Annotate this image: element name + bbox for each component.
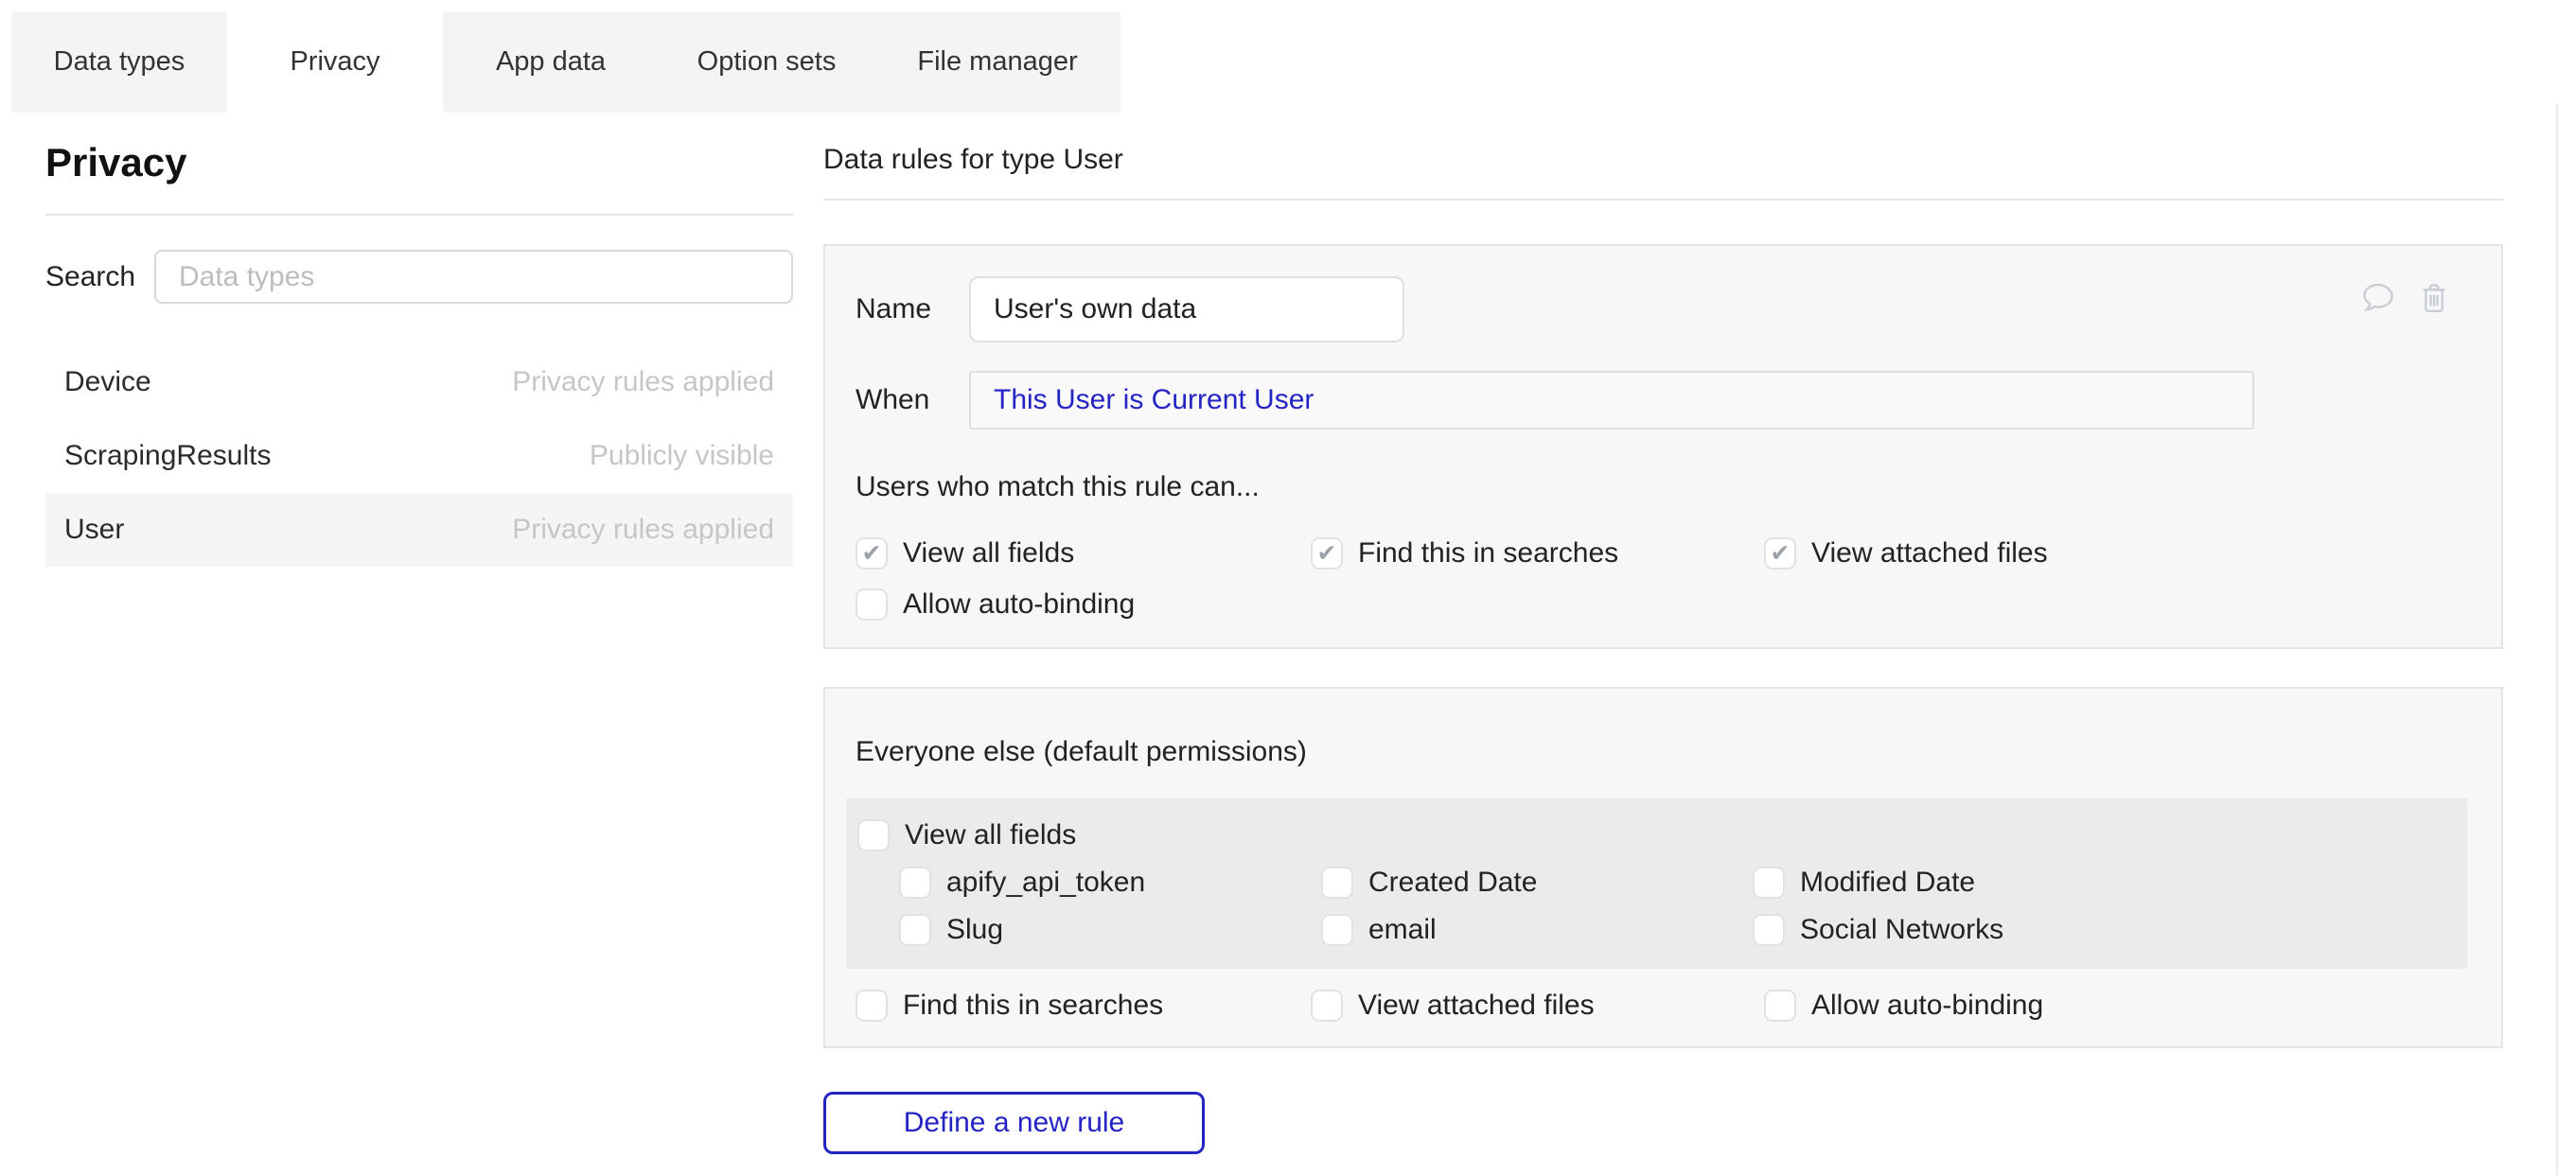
search-row: Search bbox=[45, 250, 793, 304]
field-modified-date[interactable]: Modified Date bbox=[1753, 867, 2467, 899]
tab-file-manager[interactable]: File manager bbox=[874, 11, 1120, 113]
sidebar: Privacy Search Device Privacy rules appl… bbox=[45, 132, 793, 567]
permission-label: View attached files bbox=[1358, 990, 1595, 1022]
name-label: Name bbox=[856, 293, 969, 325]
field-label: email bbox=[1368, 914, 1437, 946]
permission-view-all-fields[interactable]: View all fields bbox=[856, 537, 1311, 570]
field-slug[interactable]: Slug bbox=[899, 914, 1321, 946]
search-input[interactable] bbox=[154, 250, 793, 304]
comment-icon[interactable] bbox=[2359, 280, 2397, 316]
field-checkbox-grid: apify_api_token Created Date Modified Da… bbox=[857, 867, 2467, 946]
main-panel: Data rules for type User bbox=[823, 132, 2503, 1154]
tab-bar: Data types Privacy App data Option sets … bbox=[11, 11, 1120, 113]
rule-name-input[interactable] bbox=[969, 276, 1404, 342]
match-rule-text: Users who match this rule can... bbox=[856, 471, 2501, 503]
default-allow-auto-binding[interactable]: Allow auto-binding bbox=[1764, 990, 2501, 1022]
main-heading: Data rules for type User bbox=[823, 144, 2503, 176]
permission-label: Find this in searches bbox=[1358, 537, 1618, 570]
data-type-status: Privacy rules applied bbox=[512, 514, 774, 546]
field-label: apify_api_token bbox=[946, 867, 1145, 899]
page-title: Privacy bbox=[45, 140, 793, 185]
permission-allow-auto-binding[interactable]: Allow auto-binding bbox=[856, 588, 1311, 621]
field-email[interactable]: email bbox=[1321, 914, 1753, 946]
permission-view-attached-files[interactable]: View attached files bbox=[1764, 537, 2501, 570]
tab-privacy[interactable]: Privacy bbox=[227, 11, 443, 113]
search-label: Search bbox=[45, 261, 154, 293]
list-item-user[interactable]: User Privacy rules applied bbox=[45, 493, 793, 567]
checkbox-icon[interactable] bbox=[1321, 867, 1353, 899]
data-type-status: Privacy rules applied bbox=[512, 366, 774, 398]
checkbox-icon[interactable] bbox=[1321, 914, 1353, 946]
data-type-name: User bbox=[64, 514, 124, 546]
field-label: Created Date bbox=[1368, 867, 1537, 899]
checkbox-icon[interactable] bbox=[1764, 537, 1796, 570]
when-label: When bbox=[856, 384, 969, 416]
checkbox-icon[interactable] bbox=[899, 867, 931, 899]
checkbox-icon[interactable] bbox=[899, 914, 931, 946]
checkbox-icon[interactable] bbox=[1753, 867, 1785, 899]
checkbox-icon[interactable] bbox=[1753, 914, 1785, 946]
field-label: Social Networks bbox=[1800, 914, 2003, 946]
checkbox-icon[interactable] bbox=[1311, 990, 1343, 1022]
data-type-status: Publicly visible bbox=[590, 440, 774, 472]
permission-label: View all fields bbox=[903, 537, 1074, 570]
field-label: Modified Date bbox=[1800, 867, 1975, 899]
default-view-all-fields[interactable]: View all fields bbox=[857, 819, 2467, 851]
when-condition-box[interactable]: This User is Current User bbox=[969, 371, 2254, 430]
field-social-networks[interactable]: Social Networks bbox=[1753, 914, 2467, 946]
default-view-attached-files[interactable]: View attached files bbox=[1311, 990, 1764, 1022]
field-created-date[interactable]: Created Date bbox=[1321, 867, 1753, 899]
fields-panel: View all fields apify_api_token Created … bbox=[846, 798, 2467, 969]
checkbox-icon[interactable] bbox=[856, 990, 888, 1022]
data-type-list: Device Privacy rules applied ScrapingRes… bbox=[45, 345, 793, 567]
checkbox-icon[interactable] bbox=[856, 588, 888, 621]
trash-icon[interactable] bbox=[2416, 280, 2452, 316]
rule-card: Name When This User is Current User User… bbox=[823, 244, 2503, 649]
default-permissions-title: Everyone else (default permissions) bbox=[825, 689, 2501, 768]
checkbox-icon[interactable] bbox=[1764, 990, 1796, 1022]
list-item-scrapingresults[interactable]: ScrapingResults Publicly visible bbox=[45, 419, 793, 493]
checkbox-icon[interactable] bbox=[857, 819, 890, 851]
default-permissions: Find this in searches View attached file… bbox=[856, 990, 2501, 1022]
field-apify-api-token[interactable]: apify_api_token bbox=[899, 867, 1321, 899]
data-type-name: Device bbox=[64, 366, 151, 398]
tab-app-data[interactable]: App data bbox=[443, 11, 659, 113]
checkbox-icon[interactable] bbox=[856, 537, 888, 570]
tab-option-sets[interactable]: Option sets bbox=[659, 11, 874, 113]
rule-permissions: View all fields Find this in searches Vi… bbox=[856, 537, 2501, 621]
permission-label: Allow auto-binding bbox=[903, 588, 1135, 621]
privacy-page: Data types Privacy App data Option sets … bbox=[0, 0, 2576, 1175]
data-type-name: ScrapingResults bbox=[64, 440, 271, 472]
list-item-device[interactable]: Device Privacy rules applied bbox=[45, 345, 793, 419]
name-field-row: Name bbox=[856, 276, 2501, 342]
default-find-in-searches[interactable]: Find this in searches bbox=[856, 990, 1311, 1022]
tab-data-types[interactable]: Data types bbox=[11, 11, 227, 113]
rule-card-actions bbox=[2359, 280, 2452, 316]
sidebar-divider bbox=[45, 214, 793, 216]
main-divider bbox=[823, 199, 2503, 201]
field-label: Slug bbox=[946, 914, 1003, 946]
permission-find-in-searches[interactable]: Find this in searches bbox=[1311, 537, 1764, 570]
scroll-area-divider bbox=[2556, 104, 2558, 1175]
when-field-row: When This User is Current User bbox=[856, 371, 2501, 430]
permission-label: View all fields bbox=[905, 819, 1076, 851]
checkbox-icon[interactable] bbox=[1311, 537, 1343, 570]
permission-label: Find this in searches bbox=[903, 990, 1163, 1022]
default-permissions-card: Everyone else (default permissions) View… bbox=[823, 687, 2503, 1048]
define-new-rule-button[interactable]: Define a new rule bbox=[823, 1092, 1205, 1154]
permission-label: View attached files bbox=[1811, 537, 2048, 570]
permission-label: Allow auto-binding bbox=[1811, 990, 2043, 1022]
